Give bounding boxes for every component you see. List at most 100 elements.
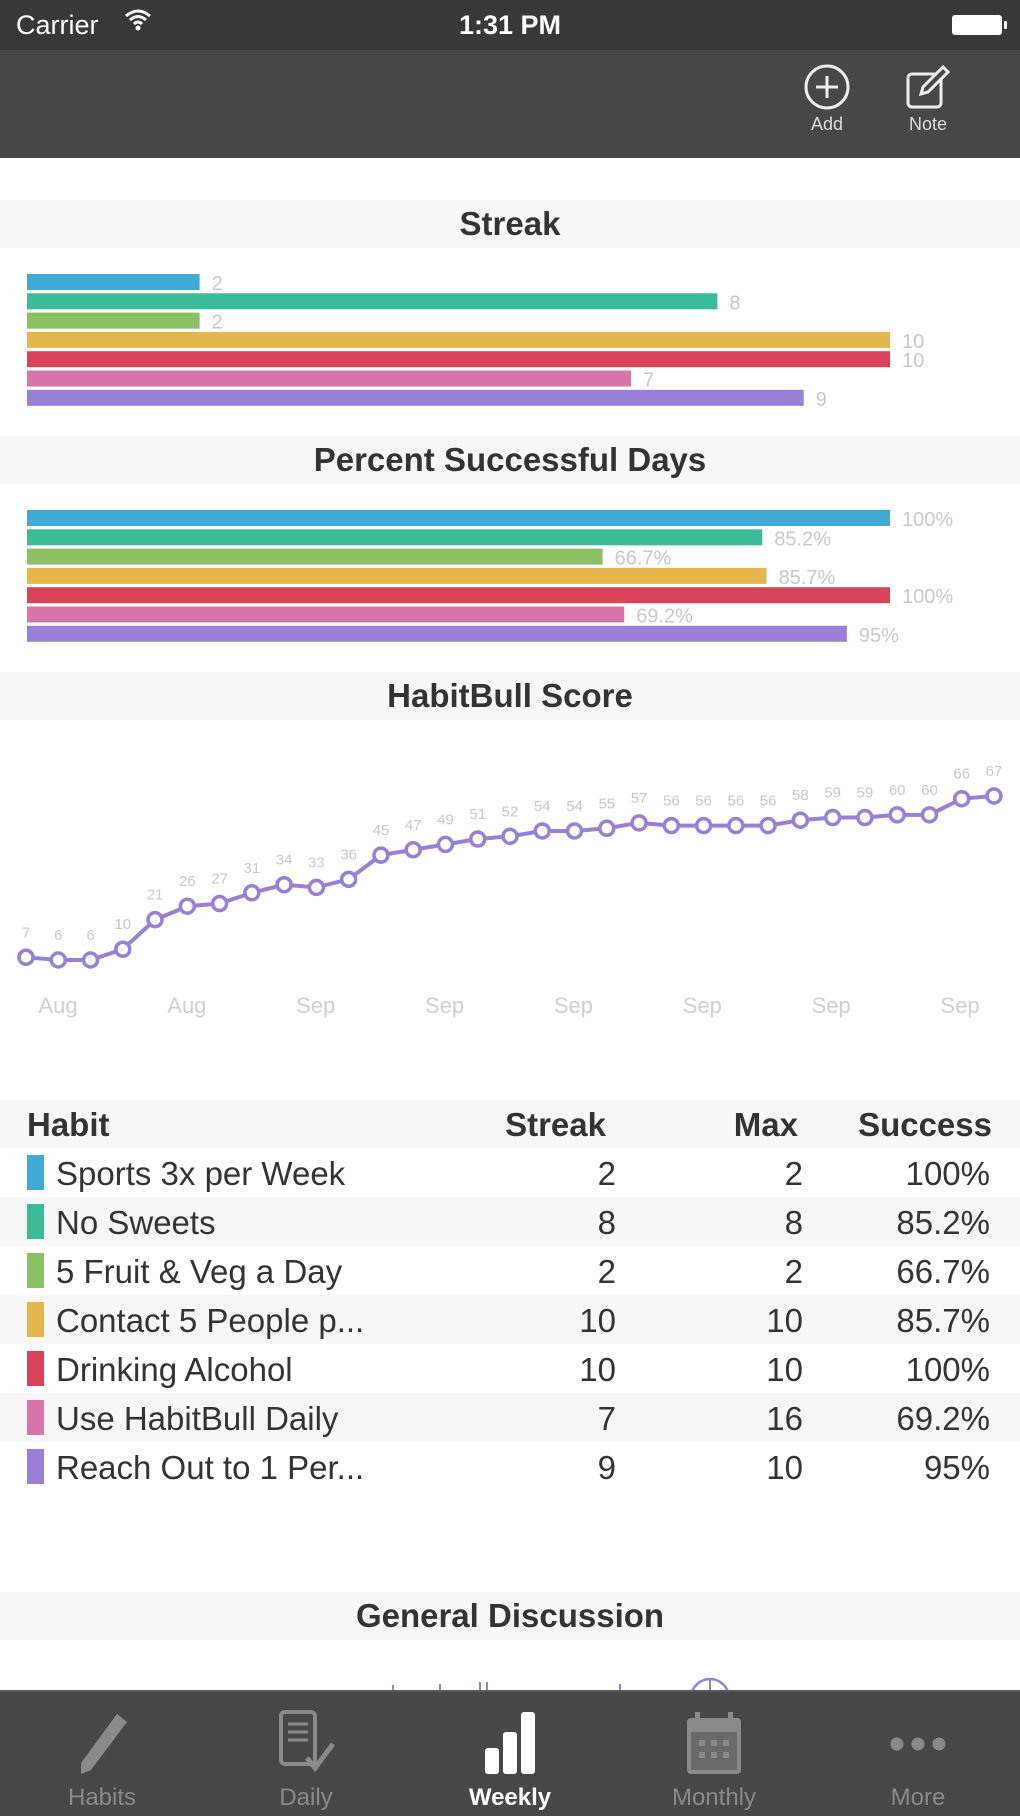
table-row[interactable]: Use HabitBull Daily 7 16 69.2% — [0, 1393, 1020, 1442]
score-point-label: 60 — [889, 782, 906, 799]
score-data-point — [630, 814, 648, 832]
streak-bar — [27, 389, 804, 406]
add-button-label: Add — [810, 114, 844, 134]
streak-cell: 10 — [579, 1351, 616, 1388]
streak-section-title: Streak — [0, 200, 1020, 248]
score-data-point — [694, 816, 713, 835]
table-row[interactable]: No Sweets 8 8 85.2% — [0, 1197, 1020, 1246]
percent-bar — [27, 587, 890, 604]
table-row[interactable]: Contact 5 People p... 10 10 85.7% — [0, 1295, 1020, 1344]
streak-bar-chart: 282101079 — [27, 273, 924, 411]
success-cell: 95% — [923, 1449, 990, 1486]
score-data-point — [243, 884, 261, 902]
score-point-label: 33 — [308, 854, 325, 871]
max-cell: 2 — [784, 1253, 803, 1290]
max-cell: 10 — [766, 1351, 803, 1388]
score-point-label: 21 — [147, 887, 164, 904]
score-point-label: 6 — [54, 927, 62, 944]
percent-bar — [27, 625, 847, 642]
habit-name-cell: Sports 3x per Week — [56, 1155, 346, 1192]
score-data-point — [81, 951, 100, 969]
success-cell: 100% — [905, 1155, 990, 1192]
score-point-label: 31 — [244, 860, 261, 877]
score-point-label: 10 — [114, 916, 131, 933]
note-button[interactable]: Note — [893, 62, 963, 135]
tab-weekly-label: Weekly — [468, 1784, 552, 1811]
streak-bar-value-label: 8 — [729, 292, 740, 314]
pencil-icon — [81, 1714, 127, 1774]
status-bar: Carrier 1:31 PM — [0, 0, 1020, 50]
habit-color-swatch — [27, 1302, 44, 1337]
score-data-point — [888, 806, 906, 824]
tab-more-label: More — [890, 1784, 946, 1811]
success-cell: 100% — [905, 1351, 990, 1388]
score-data-point — [307, 878, 326, 897]
habit-color-swatch — [27, 1155, 44, 1190]
streak-cell: 10 — [579, 1302, 616, 1339]
score-point-label: 56 — [695, 793, 712, 810]
score-data-point — [565, 822, 584, 840]
habit-color-swatch — [27, 1400, 44, 1435]
tab-daily[interactable]: Daily — [204, 1692, 408, 1816]
score-data-point — [823, 808, 842, 827]
percent-bar-value-label: 100% — [902, 509, 953, 531]
score-data-point — [146, 910, 164, 929]
table-row[interactable]: 5 Fruit & Veg a Day 2 2 66.7% — [0, 1246, 1020, 1295]
score-point-label: 52 — [502, 803, 519, 820]
streak-cell: 9 — [597, 1449, 616, 1486]
table-row[interactable]: Drinking Alcohol 10 10 100% — [0, 1344, 1020, 1393]
max-cell: 10 — [766, 1449, 803, 1486]
score-data-point — [985, 787, 1003, 805]
tab-bar: Habits Daily Weekly Monthly More — [0, 1690, 1020, 1816]
tab-habits-label: Habits — [67, 1784, 137, 1811]
score-data-point — [114, 940, 132, 958]
success-cell: 85.7% — [896, 1302, 990, 1339]
habit-name-cell: Drinking Alcohol — [56, 1351, 293, 1388]
score-point-label: 56 — [728, 793, 745, 810]
score-point-label: 7 — [22, 924, 30, 941]
habit-name-cell: Contact 5 People p... — [56, 1302, 365, 1339]
percent-bar — [27, 606, 625, 623]
habit-color-swatch — [27, 1204, 44, 1239]
x-axis-tick-label: Sep — [425, 993, 464, 1018]
add-button[interactable]: Add — [792, 62, 862, 135]
discussion-partial-graphic — [392, 1677, 729, 1690]
percent-bar-value-label: 85.7% — [779, 567, 836, 589]
streak-cell: 2 — [597, 1253, 616, 1290]
score-data-point — [17, 948, 35, 967]
score-data-point — [533, 822, 552, 840]
score-point-label: 54 — [566, 798, 583, 815]
bar-chart-icon — [485, 1712, 535, 1774]
success-cell: 85.2% — [896, 1204, 990, 1241]
score-point-label: 59 — [824, 785, 841, 802]
score-point-label: 58 — [792, 787, 809, 804]
score-point-label: 55 — [598, 795, 615, 812]
max-cell: 8 — [784, 1204, 803, 1241]
tab-weekly[interactable]: Weekly — [408, 1692, 612, 1816]
x-axis-tick-label: Sep — [940, 993, 979, 1018]
success-cell: 66.7% — [896, 1253, 990, 1290]
score-point-label: 66 — [953, 766, 970, 783]
score-data-point — [759, 816, 777, 835]
streak-bar — [27, 370, 632, 387]
score-point-label: 67 — [986, 763, 1003, 780]
score-point-label: 49 — [437, 811, 454, 828]
tab-monthly-label: Monthly — [671, 1784, 757, 1811]
score-section-title: HabitBull Score — [0, 672, 1020, 720]
score-point-label: 47 — [405, 817, 422, 834]
streak-bar-value-label: 7 — [643, 370, 654, 392]
max-cell: 16 — [766, 1400, 803, 1437]
max-cell: 10 — [766, 1302, 803, 1339]
table-row[interactable]: Reach Out to 1 Per... 9 10 95% — [0, 1442, 1020, 1491]
streak-bar-value-label: 10 — [902, 350, 924, 372]
score-data-point — [49, 951, 68, 969]
column-header-habit: Habit — [27, 1106, 110, 1143]
tab-monthly[interactable]: Monthly — [612, 1692, 816, 1816]
habit-color-swatch — [27, 1351, 44, 1386]
table-row[interactable]: Sports 3x per Week 2 2 100% — [0, 1148, 1020, 1197]
streak-bar — [27, 331, 890, 348]
battery-icon — [952, 15, 1007, 35]
column-header-success: Success — [858, 1106, 992, 1143]
tab-more[interactable]: More — [816, 1692, 1020, 1816]
tab-habits[interactable]: Habits — [0, 1692, 204, 1816]
